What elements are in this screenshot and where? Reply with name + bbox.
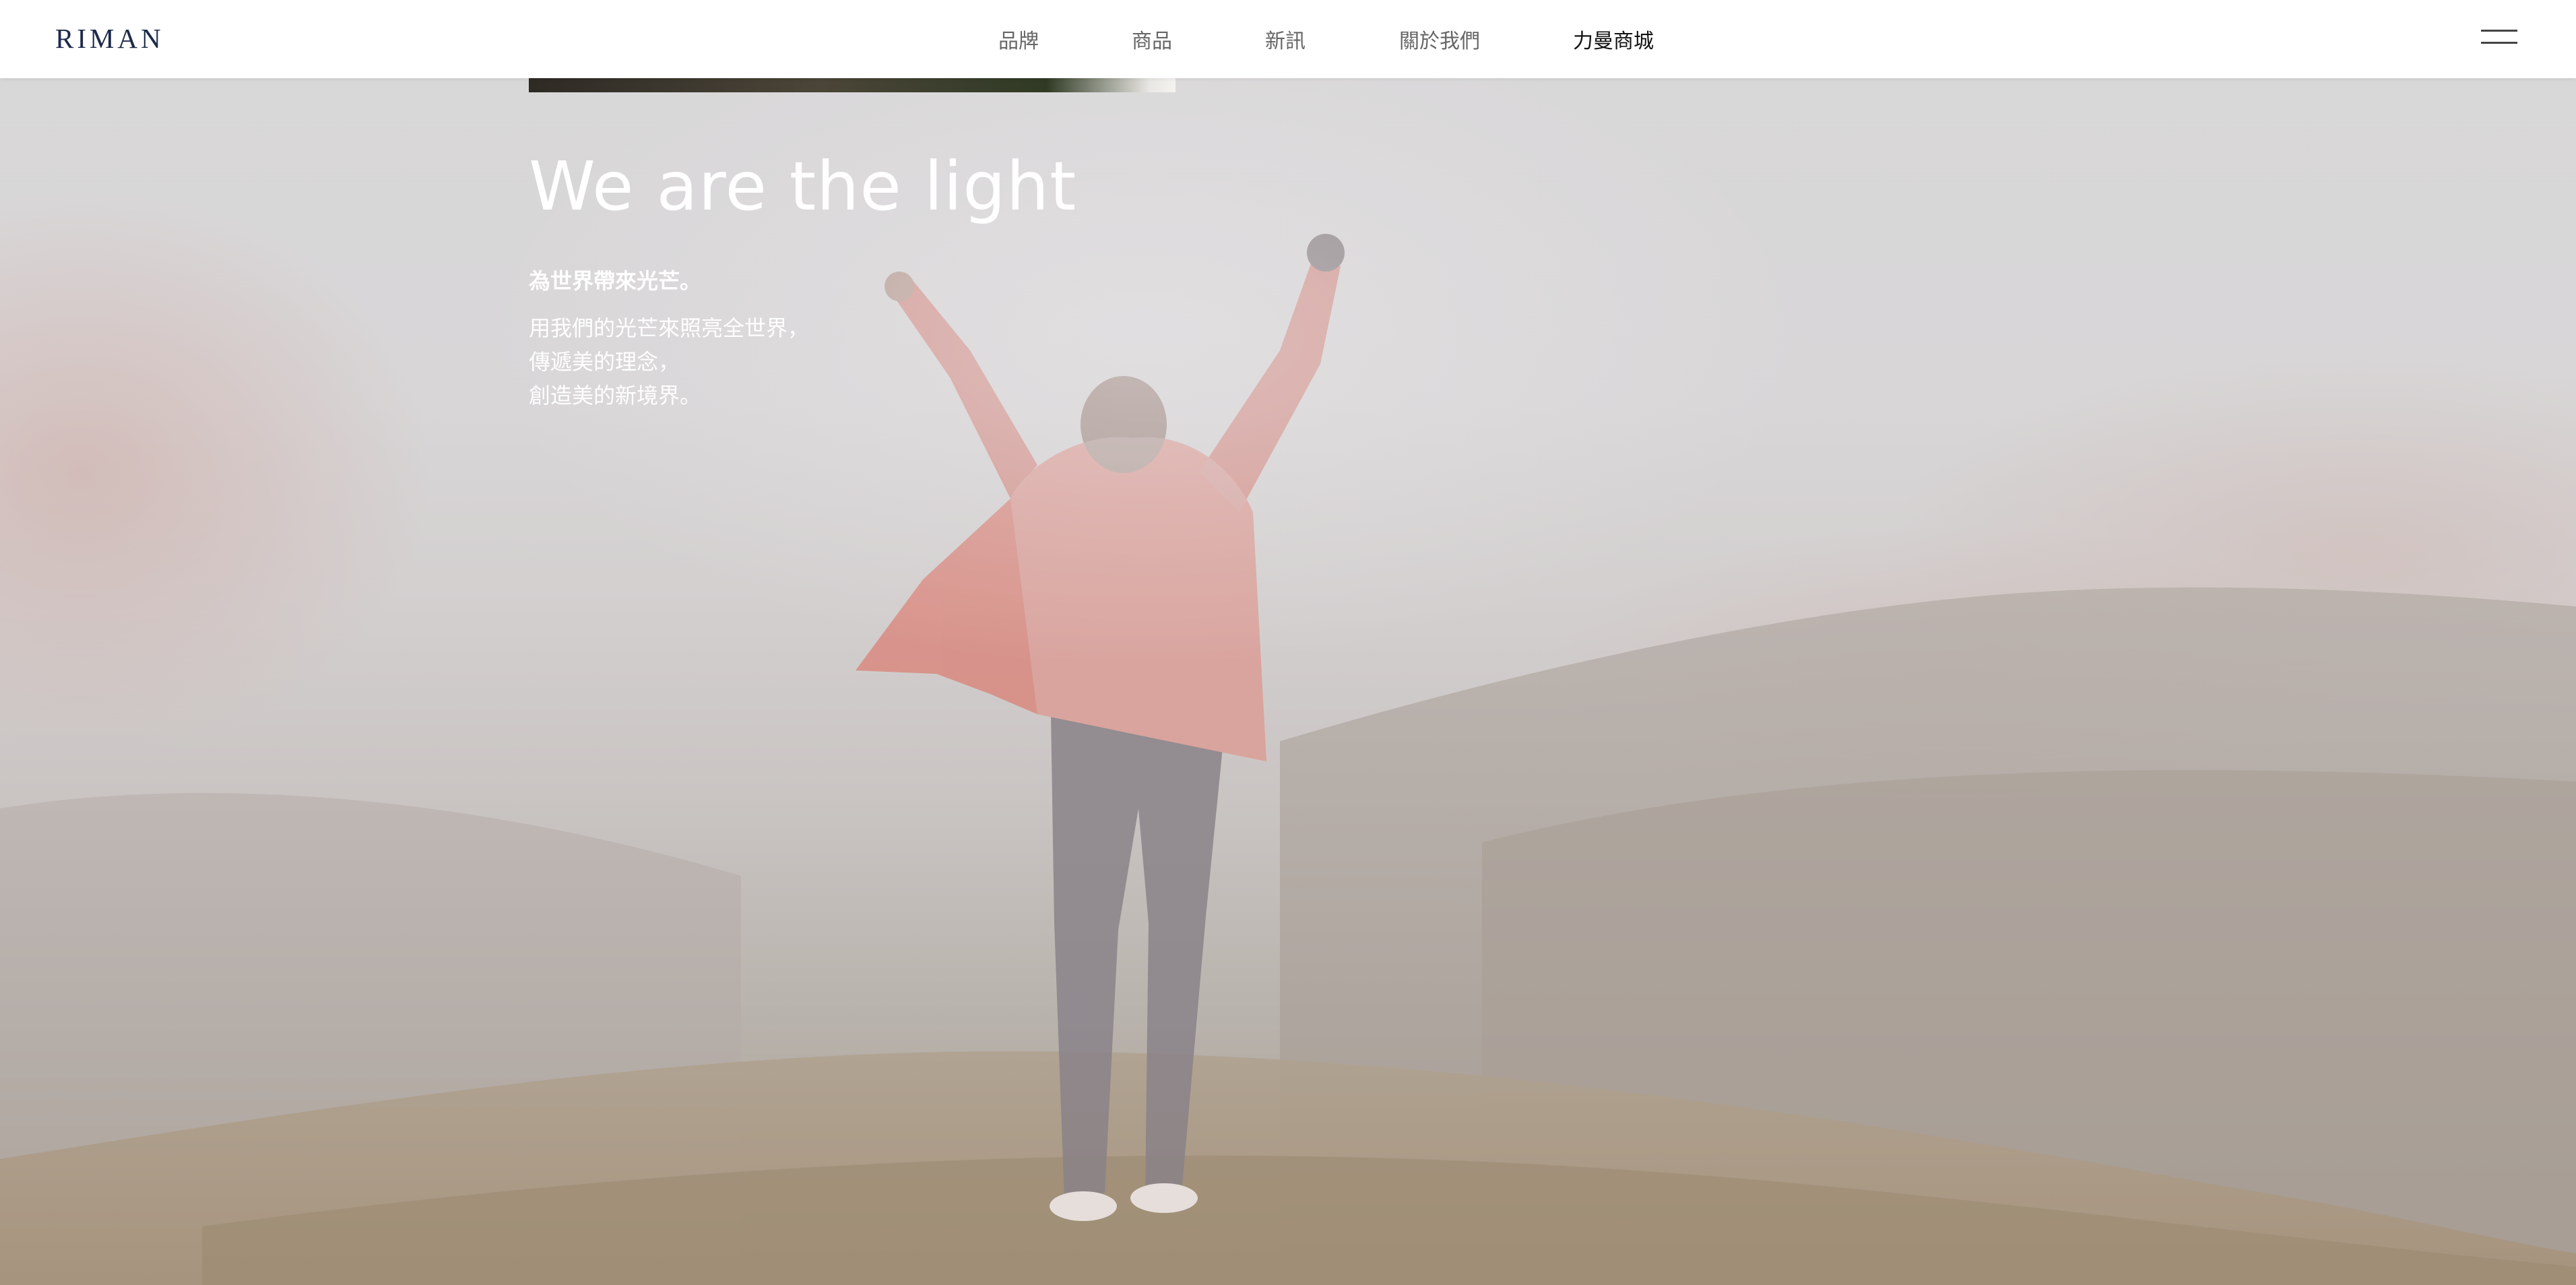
previous-image-edge	[529, 78, 1176, 92]
nav-item-brand[interactable]: 品牌	[998, 24, 1039, 54]
nav-item-products[interactable]: 商品	[1132, 24, 1172, 54]
hero-fog-overlay	[0, 0, 2576, 1285]
hero-body-line: 傳遞美的理念，	[529, 349, 680, 375]
hero-body-line: 創造美的新境界。	[529, 383, 702, 408]
nav-item-riman-mall[interactable]: 力曼商城	[1573, 24, 1654, 54]
menu-bar-bottom	[2481, 42, 2517, 44]
hero-body-line: 用我們的光芒來照亮全世界，	[529, 315, 810, 341]
main-nav: 品牌 商品 新訊 關於我們 力曼商城	[0, 0, 2576, 78]
hero-background-image	[0, 0, 2576, 1285]
hero-body-text: 用我們的光芒來照亮全世界， 傳遞美的理念， 創造美的新境界。	[529, 311, 809, 412]
hamburger-menu-icon[interactable]	[2481, 28, 2517, 49]
site-header: RIMAN 品牌 商品 新訊 關於我們 力曼商城	[0, 0, 2576, 78]
hero-title: We are the light	[529, 147, 1077, 226]
hero-subtitle: 為世界帶來光芒。	[529, 268, 702, 294]
menu-bar-top	[2481, 30, 2517, 32]
nav-item-news[interactable]: 新訊	[1265, 24, 1306, 54]
nav-item-about-us[interactable]: 關於我們	[1399, 24, 1480, 54]
